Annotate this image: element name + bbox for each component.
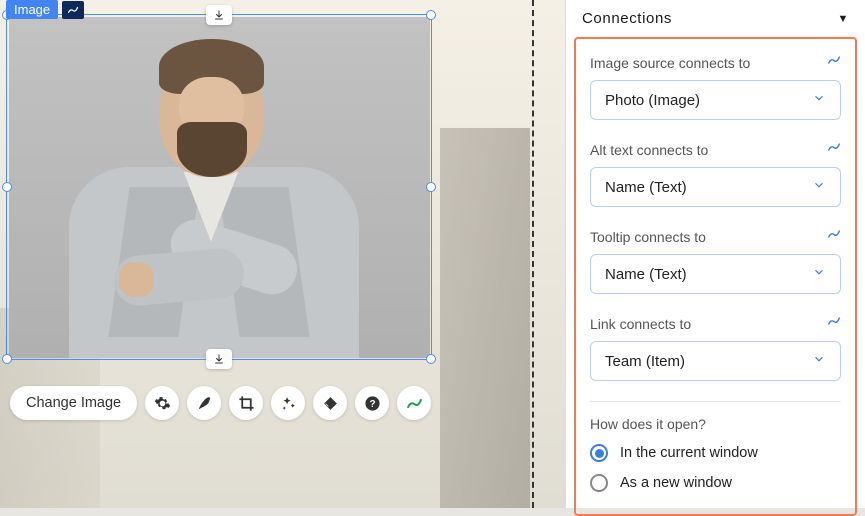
field-link: Link connects to Team (Item) xyxy=(590,314,841,381)
design-button[interactable] xyxy=(187,386,221,420)
select-value: Name (Text) xyxy=(605,266,687,283)
panel-title: Connections xyxy=(582,10,672,27)
section-divider-line xyxy=(532,0,534,508)
resize-handle-ne[interactable] xyxy=(426,10,436,20)
attach-bottom-button[interactable] xyxy=(206,349,232,369)
chevron-down-icon xyxy=(812,91,826,109)
chevron-down-icon xyxy=(812,352,826,370)
connection-icon[interactable] xyxy=(827,140,841,159)
radio-icon-unchecked xyxy=(590,474,608,492)
chevron-down-icon xyxy=(812,178,826,196)
field-tooltip: Tooltip connects to Name (Text) xyxy=(590,227,841,294)
connection-fields-highlight: Image source connects to Photo (Image) A… xyxy=(574,37,857,516)
connection-icon[interactable] xyxy=(827,227,841,246)
selected-image-element[interactable]: Image xyxy=(6,8,432,360)
selection-tag: Image xyxy=(6,0,84,19)
animation-button[interactable] xyxy=(313,386,347,420)
help-button[interactable]: ? xyxy=(355,386,389,420)
svg-text:?: ? xyxy=(369,399,375,410)
link-select[interactable]: Team (Item) xyxy=(590,341,841,381)
select-value: Photo (Image) xyxy=(605,92,700,109)
resize-handle-e[interactable] xyxy=(426,182,436,192)
resize-handle-w[interactable] xyxy=(2,182,12,192)
field-label: Alt text connects to xyxy=(590,142,708,158)
image-source-select[interactable]: Photo (Image) xyxy=(590,80,841,120)
selection-outline xyxy=(6,14,432,360)
select-value: Name (Text) xyxy=(605,179,687,196)
collapse-icon: ▼ xyxy=(838,13,850,25)
connection-icon[interactable] xyxy=(827,314,841,333)
filters-button[interactable] xyxy=(271,386,305,420)
connection-icon[interactable] xyxy=(827,53,841,72)
field-alt-text: Alt text connects to Name (Text) xyxy=(590,140,841,207)
field-label: Tooltip connects to xyxy=(590,229,706,245)
radio-new-window[interactable]: As a new window xyxy=(590,474,841,492)
select-value: Team (Item) xyxy=(605,353,685,370)
field-image-source: Image source connects to Photo (Image) xyxy=(590,53,841,120)
chevron-down-icon xyxy=(812,265,826,283)
image-content xyxy=(9,17,430,358)
section-divider xyxy=(590,401,841,402)
connection-icon[interactable] xyxy=(62,1,84,19)
connections-panel: Connections ▼ Image source connects to P… xyxy=(565,0,865,508)
crop-button[interactable] xyxy=(229,386,263,420)
tooltip-select[interactable]: Name (Text) xyxy=(590,254,841,294)
data-connection-button[interactable] xyxy=(397,386,431,420)
radio-label: As a new window xyxy=(620,475,732,491)
open-behavior-label: How does it open? xyxy=(590,416,841,432)
radio-icon-checked xyxy=(590,444,608,462)
element-toolbar: Change Image ? xyxy=(10,386,431,420)
field-label: Link connects to xyxy=(590,316,691,332)
alt-text-select[interactable]: Name (Text) xyxy=(590,167,841,207)
radio-current-window[interactable]: In the current window xyxy=(590,444,841,462)
background-building-right xyxy=(440,128,530,508)
panel-header[interactable]: Connections ▼ xyxy=(566,0,865,37)
editor-canvas[interactable]: Image xyxy=(0,0,565,508)
field-label: Image source connects to xyxy=(590,55,750,71)
attach-top-button[interactable] xyxy=(206,5,232,25)
selection-tag-label: Image xyxy=(6,0,58,19)
settings-button[interactable] xyxy=(145,386,179,420)
resize-handle-sw[interactable] xyxy=(2,354,12,364)
radio-label: In the current window xyxy=(620,445,758,461)
resize-handle-se[interactable] xyxy=(426,354,436,364)
change-image-button[interactable]: Change Image xyxy=(10,386,137,420)
